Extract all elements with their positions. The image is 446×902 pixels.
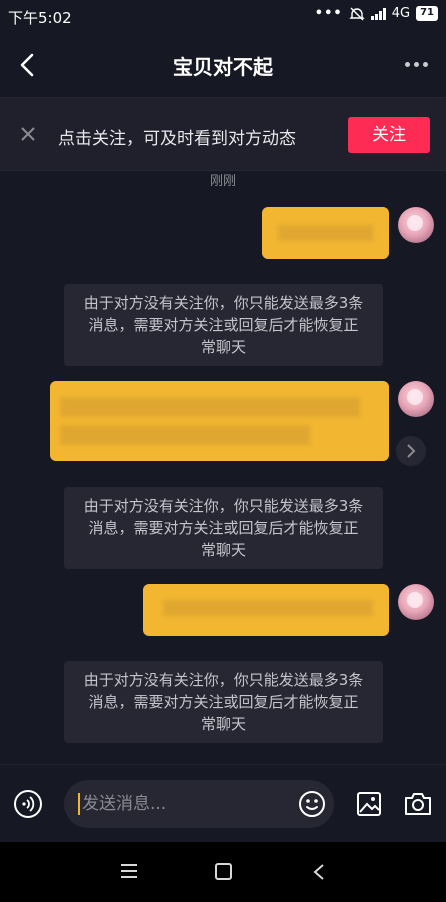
close-icon[interactable] [18, 124, 38, 144]
sent-message-bubble[interactable] [143, 584, 389, 636]
system-notice: 由于对方没有关注你，你只能发送最多3条消息，需要对方关注或回复后才能恢复正常聊天 [64, 661, 383, 743]
status-icons: ••• 4G 71 [315, 6, 438, 21]
message-timestamp: 刚刚 [209, 174, 236, 189]
avatar[interactable] [398, 381, 434, 417]
message-input-bar [0, 764, 446, 842]
message-field[interactable] [64, 780, 334, 828]
menu-icon[interactable] [121, 864, 137, 878]
battery-icon: 71 [416, 6, 438, 21]
system-nav-bar [0, 842, 446, 902]
mute-icon [349, 7, 365, 20]
chat-header: 宝贝对不起 [0, 34, 446, 96]
network-label: 4G [391, 6, 411, 21]
follow-banner-text: 点击关注，可及时看到对方动态 [58, 129, 296, 149]
sent-message-bubble[interactable] [50, 381, 389, 461]
home-icon[interactable] [215, 863, 232, 880]
system-notice: 由于对方没有关注你，你只能发送最多3条消息，需要对方关注或回复后才能恢复正常聊天 [64, 284, 383, 366]
notification-dots-icon: ••• [314, 6, 343, 21]
image-icon[interactable] [356, 791, 382, 817]
camera-icon[interactable] [403, 791, 433, 817]
emoji-icon[interactable] [298, 790, 326, 818]
sent-message-bubble[interactable] [262, 207, 389, 259]
signal-icon [370, 7, 386, 20]
status-time: 下午5:02 [8, 9, 72, 27]
nav-back-icon[interactable] [310, 862, 328, 882]
page-title: 宝贝对不起 [173, 55, 273, 79]
voice-icon[interactable] [13, 789, 43, 819]
text-cursor [78, 793, 80, 815]
status-bar: 下午5:02 ••• 4G 71 [0, 0, 446, 34]
avatar[interactable] [398, 207, 434, 243]
avatar[interactable] [398, 584, 434, 620]
forward-icon[interactable] [396, 436, 426, 466]
follow-banner: 点击关注，可及时看到对方动态 关注 [0, 97, 446, 171]
follow-button[interactable]: 关注 [348, 117, 430, 153]
system-notice: 由于对方没有关注你，你只能发送最多3条消息，需要对方关注或回复后才能恢复正常聊天 [64, 487, 383, 569]
more-icon[interactable] [405, 62, 428, 67]
message-input[interactable] [82, 780, 282, 828]
